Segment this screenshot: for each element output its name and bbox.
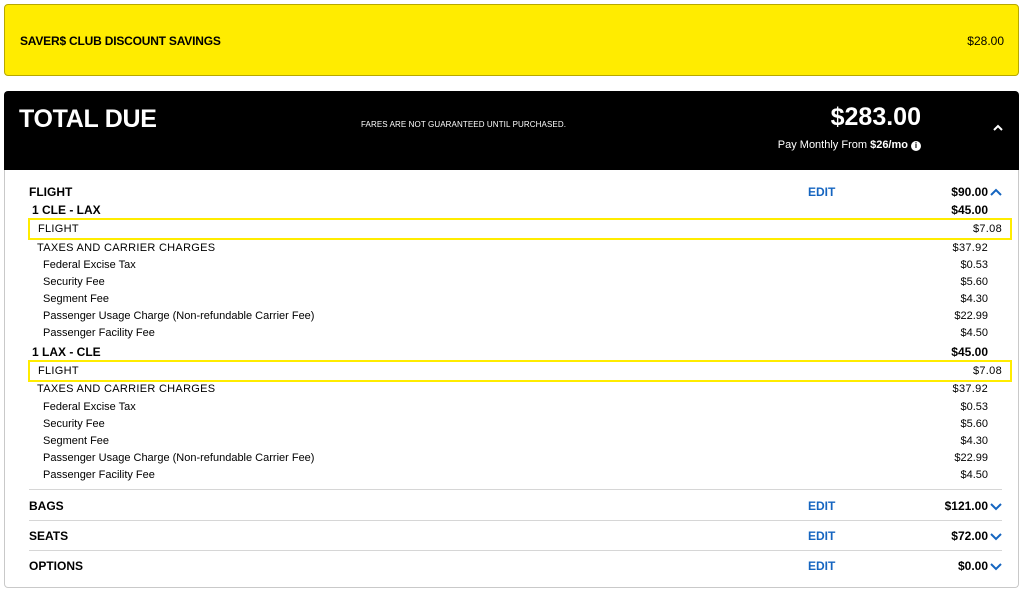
fare-row-highlighted: FLIGHT $7.08: [28, 218, 1012, 240]
fee-amount: $4.50: [960, 469, 988, 481]
taxes-label: TAXES AND CARRIER CHARGES: [37, 242, 216, 254]
chevron-up-icon[interactable]: [990, 187, 1002, 197]
fee-name: Security Fee: [43, 418, 105, 430]
fee-amount: $5.60: [960, 418, 988, 430]
fee-amount: $22.99: [954, 452, 988, 464]
edit-bags-button[interactable]: EDIT: [808, 499, 835, 513]
chevron-down-icon[interactable]: [990, 501, 1002, 511]
fee-amount: $4.50: [960, 327, 988, 339]
divider: [29, 489, 1002, 490]
segment-route: 1 CLE - LAX: [32, 203, 101, 217]
edit-flight-button[interactable]: EDIT: [808, 185, 835, 199]
fare-amount: $7.08: [972, 365, 1002, 377]
total-due-title: TOTAL DUE: [19, 105, 157, 133]
category-label-flight: FLIGHT: [29, 185, 73, 199]
fee-amount: $0.53: [960, 259, 988, 271]
savers-club-label: SAVER$ CLUB DISCOUNT SAVINGS: [20, 34, 221, 48]
fee-name: Federal Excise Tax: [43, 401, 136, 413]
fee-amount: $4.30: [960, 293, 988, 305]
fare-amount: $7.08: [972, 223, 1002, 235]
pay-monthly-prefix: Pay Monthly From: [777, 139, 868, 151]
fee-name: Segment Fee: [43, 435, 110, 447]
fee-amount: $4.30: [960, 435, 988, 447]
category-amount-bags: $121.00: [944, 499, 988, 513]
chevron-down-icon[interactable]: [990, 561, 1002, 571]
fee-name: Passenger Usage Charge (Non-refundable C…: [43, 452, 315, 464]
savers-club-amount: $28.00: [967, 34, 1004, 48]
edit-options-button[interactable]: EDIT: [808, 559, 835, 573]
fee-name: Segment Fee: [43, 293, 110, 305]
fare-label: FLIGHT: [38, 365, 79, 377]
taxes-label: TAXES AND CARRIER CHARGES: [37, 383, 216, 395]
pay-monthly-amount: $26/mo: [870, 139, 908, 151]
category-amount-options: $0.00: [957, 559, 988, 573]
fare-label: FLIGHT: [38, 223, 79, 235]
category-amount-seats: $72.00: [951, 529, 988, 543]
fee-amount: $5.60: [960, 276, 988, 288]
pay-monthly-info[interactable]: Pay Monthly From $26/mo i: [778, 139, 921, 151]
fee-name: Passenger Facility Fee: [43, 469, 155, 481]
category-label-seats: SEATS: [29, 529, 69, 543]
chevron-up-icon[interactable]: [992, 122, 1004, 134]
fare-row-highlighted: FLIGHT $7.08: [28, 360, 1012, 382]
fee-name: Security Fee: [43, 276, 105, 288]
fee-name: Federal Excise Tax: [43, 259, 136, 271]
price-breakdown: FLIGHT EDIT $90.00 1 CLE - LAX $45.00 FL…: [4, 170, 1019, 588]
divider: [29, 550, 1002, 551]
total-due-amount: $283.00: [830, 103, 921, 131]
category-label-options: OPTIONS: [29, 559, 84, 573]
total-due-header[interactable]: TOTAL DUE FARES ARE NOT GUARANTEED UNTIL…: [4, 91, 1019, 170]
taxes-amount: $37.92: [952, 383, 988, 395]
segment-amount: $45.00: [951, 203, 988, 217]
info-icon[interactable]: i: [911, 141, 921, 151]
edit-seats-button[interactable]: EDIT: [808, 529, 835, 543]
chevron-down-icon[interactable]: [990, 531, 1002, 541]
divider: [29, 520, 1002, 521]
fee-name: Passenger Usage Charge (Non-refundable C…: [43, 310, 315, 322]
category-label-bags: BAGS: [29, 499, 64, 513]
taxes-amount: $37.92: [952, 242, 988, 254]
category-amount-flight: $90.00: [951, 185, 988, 199]
segment-route: 1 LAX - CLE: [32, 345, 101, 359]
fee-amount: $22.99: [954, 310, 988, 322]
segment-amount: $45.00: [951, 345, 988, 359]
fare-guarantee-note: FARES ARE NOT GUARANTEED UNTIL PURCHASED…: [361, 120, 567, 129]
fee-amount: $0.53: [960, 401, 988, 413]
savers-club-banner: SAVER$ CLUB DISCOUNT SAVINGS $28.00: [4, 4, 1019, 76]
fee-name: Passenger Facility Fee: [43, 327, 155, 339]
